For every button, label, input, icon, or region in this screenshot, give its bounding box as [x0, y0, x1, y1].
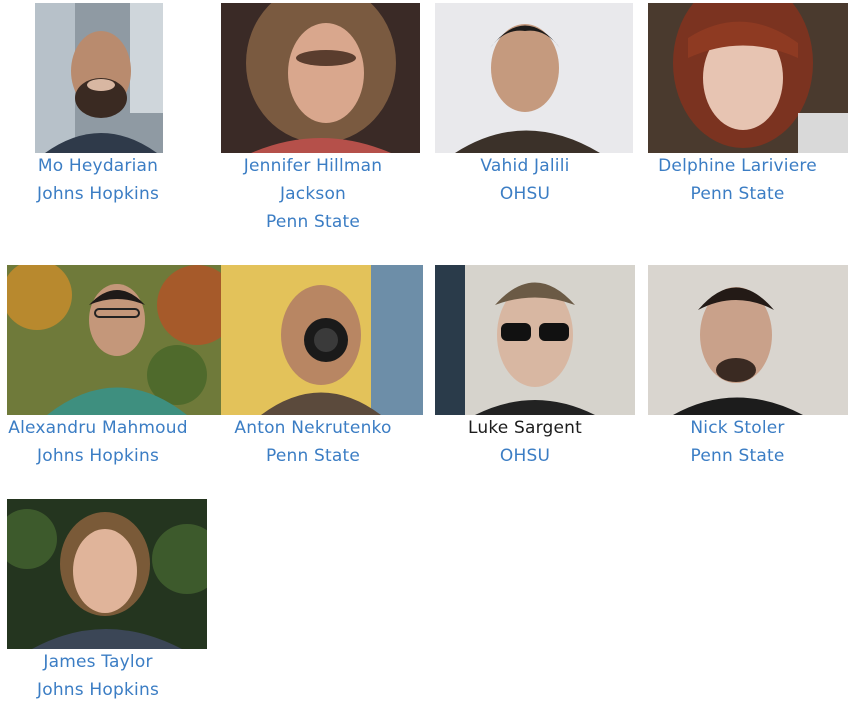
portrait-photo[interactable]: [35, 3, 163, 153]
person-details: Luke Sargent OHSU: [430, 414, 620, 470]
person-name-link[interactable]: James Taylor: [5, 648, 191, 676]
person-name-link[interactable]: Mo Heydarian: [5, 152, 191, 180]
portrait-photo[interactable]: [435, 3, 633, 153]
person-affiliation-link[interactable]: Penn State: [645, 180, 830, 208]
person-details: Vahid Jalili OHSU: [430, 152, 620, 208]
portrait-photo[interactable]: [221, 265, 423, 415]
person-affiliation-link[interactable]: OHSU: [430, 442, 620, 470]
person-affiliation-link[interactable]: Johns Hopkins: [5, 676, 191, 704]
person-details: Nick Stoler Penn State: [645, 414, 830, 470]
person-details: James Taylor Johns Hopkins: [5, 648, 191, 704]
person-details: Alexandru Mahmoud Johns Hopkins: [5, 414, 191, 470]
person-details: Delphine Lariviere Penn State: [645, 152, 830, 208]
person-name-link[interactable]: Vahid Jalili: [430, 152, 620, 180]
person-name: Luke Sargent: [467, 418, 583, 438]
person-affiliation-link[interactable]: OHSU: [430, 180, 620, 208]
portrait-photo[interactable]: [7, 499, 207, 649]
person-affiliation-link[interactable]: Johns Hopkins: [5, 180, 191, 208]
portrait-photo[interactable]: [435, 265, 635, 415]
person-name-link[interactable]: Nick Stoler: [645, 414, 830, 442]
person-affiliation-link[interactable]: Penn State: [218, 208, 408, 236]
person-affiliation-link[interactable]: Johns Hopkins: [5, 442, 191, 470]
person-affiliation-link[interactable]: Jackson: [218, 180, 408, 208]
portrait-photo[interactable]: [648, 3, 848, 153]
portrait-photo[interactable]: [648, 265, 848, 415]
person-details: Mo Heydarian Johns Hopkins: [5, 152, 191, 208]
portrait-photo[interactable]: [7, 265, 221, 415]
person-details: Jennifer Hillman Jackson Penn State: [218, 152, 408, 236]
people-grid: Mo Heydarian Johns Hopkins Jennifer Hill…: [0, 0, 853, 705]
person-name-link[interactable]: Alexandru Mahmoud: [5, 414, 191, 442]
person-name-link[interactable]: Anton Nekrutenko: [218, 414, 408, 442]
portrait-photo[interactable]: [221, 3, 420, 153]
person-affiliation-link[interactable]: Penn State: [218, 442, 408, 470]
person-details: Anton Nekrutenko Penn State: [218, 414, 408, 470]
person-affiliation-link[interactable]: Penn State: [645, 442, 830, 470]
person-name-link[interactable]: Delphine Lariviere: [645, 152, 830, 180]
person-name-link[interactable]: Jennifer Hillman: [218, 152, 408, 180]
